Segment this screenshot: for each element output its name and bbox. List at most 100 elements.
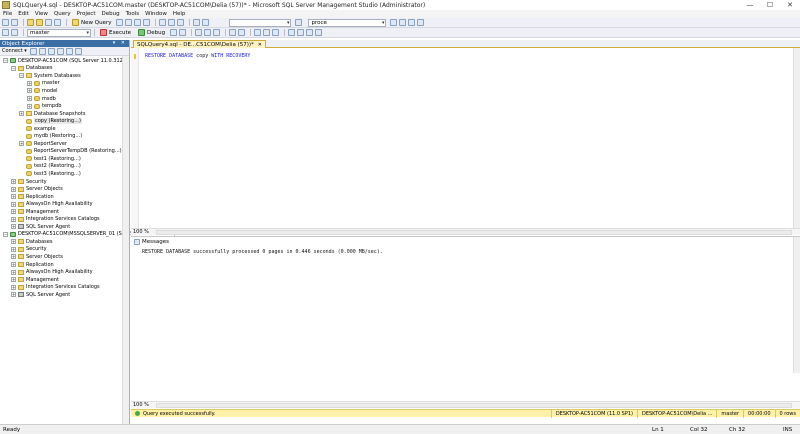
menu-view[interactable]: View: [35, 11, 48, 17]
solution-config-dropdown[interactable]: ▾: [229, 18, 292, 27]
undo-icon[interactable]: [193, 19, 201, 26]
save-icon[interactable]: [45, 19, 52, 26]
tree-node[interactable]: + Server Objects: [0, 185, 129, 193]
tree-node[interactable]: + Server Objects: [0, 253, 129, 261]
include-actual-plan-icon[interactable]: [229, 29, 237, 36]
expand-icon[interactable]: +: [11, 201, 16, 207]
tree-node[interactable]: test2 (Restoring...): [0, 163, 129, 171]
expand-icon[interactable]: +: [11, 269, 16, 275]
analysis-query-icon[interactable]: [125, 19, 133, 26]
filter-icon[interactable]: [56, 47, 64, 55]
results-to-text-icon[interactable]: [254, 29, 262, 36]
tree-node[interactable]: + Integration Services Catalogs: [0, 215, 129, 223]
tree-node[interactable]: + SQL Server Agent: [0, 291, 129, 299]
menu-window[interactable]: Window: [145, 11, 167, 17]
tree-node[interactable]: + ReportServer: [0, 140, 129, 148]
tree-node[interactable]: copy (Restoring...): [0, 117, 129, 125]
forward-icon[interactable]: [11, 19, 18, 26]
close-tab-icon[interactable]: ✕: [258, 42, 262, 48]
save-all-icon[interactable]: [54, 19, 61, 26]
display-estimated-plan-icon[interactable]: [195, 29, 203, 36]
menu-tools[interactable]: Tools: [126, 11, 140, 17]
menu-debug[interactable]: Debug: [101, 11, 119, 17]
collapse-icon[interactable]: −: [3, 231, 8, 237]
include-client-stats-icon[interactable]: [238, 29, 246, 36]
find-icon[interactable]: [295, 19, 303, 26]
expand-icon[interactable]: +: [11, 179, 16, 185]
properties-icon[interactable]: [408, 19, 416, 26]
disconnect-icon[interactable]: [11, 29, 18, 36]
uncomment-icon[interactable]: [297, 29, 305, 36]
comment-out-icon[interactable]: [288, 29, 296, 36]
query-editor[interactable]: RESTORE DATABASE copy WITH RECOVERY: [131, 48, 800, 228]
increase-indent-icon[interactable]: [315, 29, 323, 36]
tree-node[interactable]: − DESKTOP-AC51COM (SQL Server 11.0.3128 -…: [0, 57, 197, 65]
connect-dropdown[interactable]: Connect ▾: [2, 48, 27, 54]
query-designer-icon[interactable]: [204, 29, 212, 36]
cut-icon[interactable]: [159, 19, 167, 26]
editor-horizontal-scrollbar[interactable]: [156, 230, 792, 235]
tree-node[interactable]: + AlwaysOn High Availability: [0, 200, 129, 208]
expand-icon[interactable]: +: [11, 216, 16, 222]
results-to-grid-icon[interactable]: [263, 29, 271, 36]
menu-query[interactable]: Query: [54, 11, 71, 17]
expand-icon[interactable]: +: [19, 111, 24, 117]
database-engine-query-icon[interactable]: [116, 19, 124, 26]
expand-icon[interactable]: +: [19, 141, 24, 147]
tree-node[interactable]: test3 (Restoring...): [0, 170, 129, 178]
tree-node[interactable]: + AlwaysOn High Availability: [0, 268, 129, 276]
collapse-icon[interactable]: −: [11, 65, 16, 71]
expand-icon[interactable]: +: [11, 262, 16, 268]
expand-icon[interactable]: +: [11, 186, 16, 192]
execute-button[interactable]: Execute: [98, 29, 133, 37]
tab-sqlquery4[interactable]: SQLQuery4.sql - DE...C51COM\Delia (57))*…: [133, 40, 266, 48]
disconnect-object-icon[interactable]: [38, 47, 46, 55]
refresh-icon[interactable]: [65, 47, 73, 55]
tree-node[interactable]: test1 (Restoring...): [0, 155, 129, 163]
expand-icon[interactable]: +: [11, 239, 16, 245]
tree-node[interactable]: + msdb: [0, 95, 129, 103]
decrease-indent-icon[interactable]: [306, 29, 314, 36]
toolbox-icon[interactable]: [417, 19, 425, 26]
editor-scrollbar[interactable]: [793, 48, 800, 228]
menu-help[interactable]: Help: [173, 11, 186, 17]
tree-node[interactable]: + SQL Server Agent: [0, 223, 129, 231]
find-input[interactable]: proce ▾: [308, 18, 387, 27]
panel-pin-close-icon[interactable]: ▾ ✕: [113, 40, 127, 46]
back-icon[interactable]: [2, 19, 9, 26]
open-file-icon[interactable]: [36, 19, 43, 26]
xmla-query-icon[interactable]: [143, 19, 151, 26]
tree-node[interactable]: + Replication: [0, 261, 129, 269]
maximize-button[interactable]: ☐: [760, 0, 780, 10]
tab-messages[interactable]: Messages: [134, 239, 169, 245]
expand-icon[interactable]: +: [11, 254, 16, 260]
object-explorer-scrollbar[interactable]: [122, 56, 129, 424]
tree-node[interactable]: + Management: [0, 276, 129, 284]
code-line-1[interactable]: RESTORE DATABASE copy WITH RECOVERY: [145, 53, 250, 59]
new-project-icon[interactable]: [27, 19, 34, 26]
tree-node[interactable]: example: [0, 125, 129, 133]
minimize-button[interactable]: —: [740, 0, 760, 10]
tree-node[interactable]: + Security: [0, 178, 129, 186]
results-to-file-icon[interactable]: [272, 29, 280, 36]
available-databases-dropdown[interactable]: master ▾: [27, 28, 91, 37]
editor-zoom-level[interactable]: 100 %: [133, 229, 149, 235]
debug-button[interactable]: Debug: [136, 29, 167, 37]
tree-node[interactable]: + Security: [0, 246, 129, 254]
copy-icon[interactable]: [168, 19, 176, 26]
stop-icon[interactable]: [47, 47, 55, 55]
menu-edit[interactable]: Edit: [18, 11, 29, 17]
tree-node[interactable]: + Integration Services Catalogs: [0, 283, 129, 291]
redo-icon[interactable]: [202, 19, 210, 26]
results-horizontal-scrollbar[interactable]: [156, 403, 792, 408]
tree-node[interactable]: + master: [0, 80, 129, 88]
tree-node[interactable]: + tempdb: [0, 102, 129, 110]
expand-icon[interactable]: +: [27, 88, 32, 94]
close-button[interactable]: ✕: [780, 0, 800, 10]
intellisense-icon[interactable]: [213, 29, 221, 36]
menu-file[interactable]: File: [3, 11, 12, 17]
tree-node[interactable]: + Replication: [0, 193, 129, 201]
tree-node[interactable]: + Management: [0, 208, 129, 216]
tree-node[interactable]: + Database Snapshots: [0, 110, 129, 118]
expand-icon[interactable]: +: [27, 96, 32, 101]
